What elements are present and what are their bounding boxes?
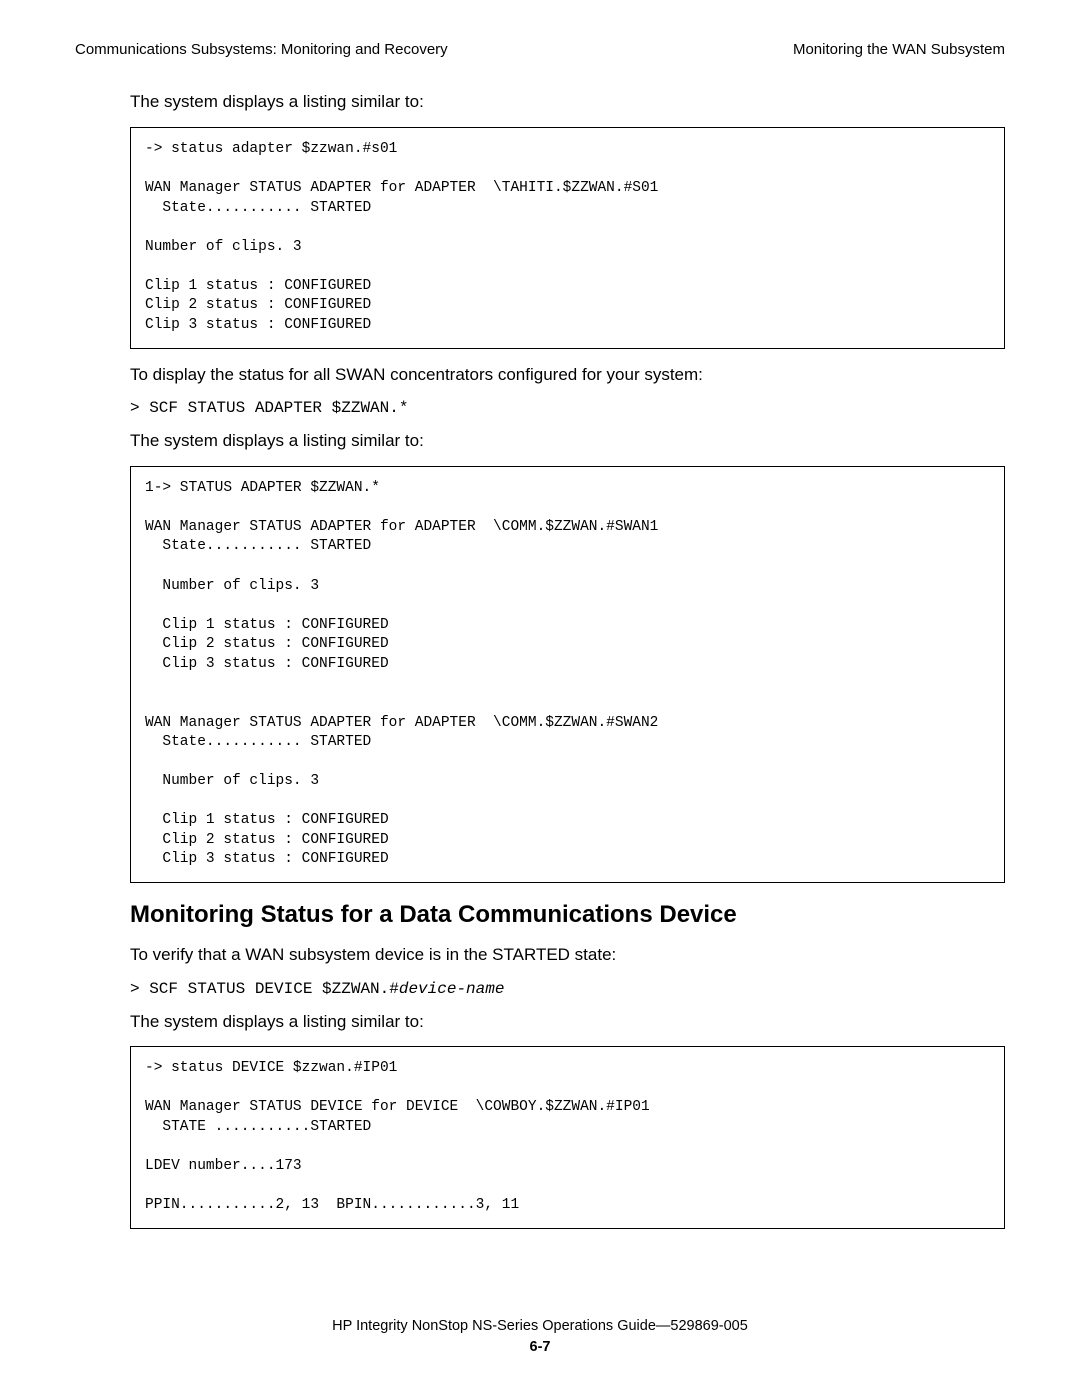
code-block-adapter-single: -> status adapter $zzwan.#s01 WAN Manage… xyxy=(130,127,1005,349)
command-status-adapter-all: > SCF STATUS ADAPTER $ZZWAN.* xyxy=(130,399,1005,417)
command-status-device: > SCF STATUS DEVICE $ZZWAN.#device-name xyxy=(130,980,1005,998)
page-header: Communications Subsystems: Monitoring an… xyxy=(75,40,1005,60)
code-block-adapter-all: 1-> STATUS ADAPTER $ZZWAN.* WAN Manager … xyxy=(130,466,1005,883)
paragraph-all-swan: To display the status for all SWAN conce… xyxy=(130,363,1005,388)
command-device-name-placeholder: device-name xyxy=(399,980,505,998)
page-content: The system displays a listing similar to… xyxy=(75,90,1005,1229)
page: Communications Subsystems: Monitoring an… xyxy=(0,0,1080,1397)
code-block-device: -> status DEVICE $zzwan.#IP01 WAN Manage… xyxy=(130,1046,1005,1229)
section-heading-device: Monitoring Status for a Data Communicati… xyxy=(130,901,1005,929)
paragraph-device-verify: To verify that a WAN subsystem device is… xyxy=(130,943,1005,968)
paragraph-intro-2: The system displays a listing similar to… xyxy=(130,429,1005,454)
header-left: Communications Subsystems: Monitoring an… xyxy=(75,40,448,60)
footer-title: HP Integrity NonStop NS-Series Operation… xyxy=(0,1316,1080,1336)
footer-page-number: 6-7 xyxy=(0,1337,1080,1357)
header-right: Monitoring the WAN Subsystem xyxy=(793,40,1005,60)
page-footer: HP Integrity NonStop NS-Series Operation… xyxy=(0,1316,1080,1357)
paragraph-intro-3: The system displays a listing similar to… xyxy=(130,1010,1005,1035)
command-prefix: > SCF STATUS DEVICE $ZZWAN.# xyxy=(130,980,399,998)
paragraph-intro-1: The system displays a listing similar to… xyxy=(130,90,1005,115)
